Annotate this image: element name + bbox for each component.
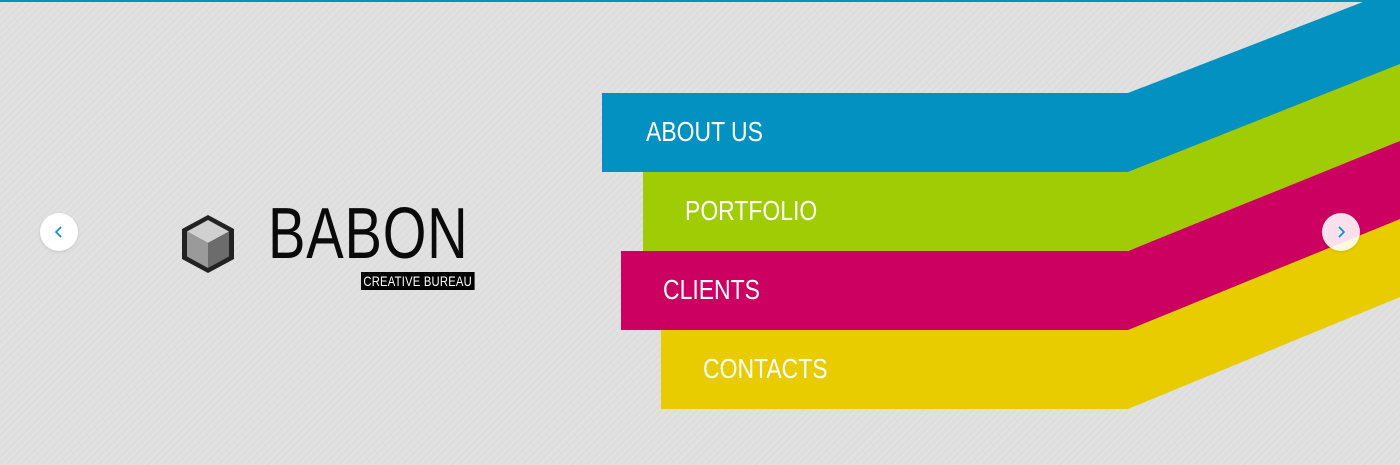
brand-logo[interactable]: BABON CREATIVE BUREAU <box>180 194 490 298</box>
nav-contacts[interactable]: CONTACTS <box>703 351 828 387</box>
nav-portfolio[interactable]: PORTFOLIO <box>685 193 817 229</box>
brand-tagline: CREATIVE BUREAU <box>361 272 475 290</box>
chevron-left-icon <box>54 226 62 238</box>
slider-prev-button[interactable] <box>40 213 78 251</box>
nav-about-us[interactable]: ABOUT US <box>646 114 763 150</box>
chevron-right-icon <box>1338 226 1346 238</box>
nav-clients[interactable]: CLIENTS <box>663 272 760 308</box>
slider-next-button[interactable] <box>1322 213 1360 251</box>
brand-name: BABON <box>268 194 469 274</box>
cube-icon <box>182 215 234 273</box>
